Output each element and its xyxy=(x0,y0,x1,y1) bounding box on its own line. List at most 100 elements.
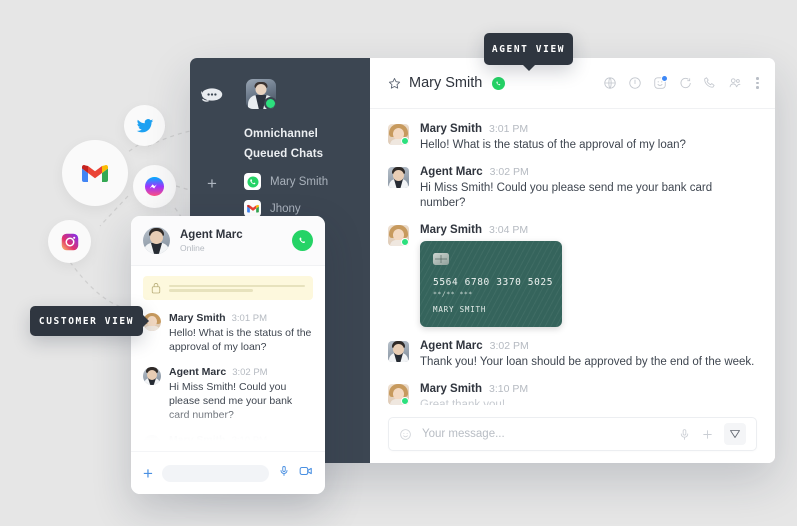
customer-window: Agent Marc Online Mary Smith 3:01 PM Hel… xyxy=(131,216,325,494)
lock-icon xyxy=(151,283,161,294)
emoji-smile-icon[interactable] xyxy=(399,428,412,441)
avatar xyxy=(388,124,409,145)
twitter-icon xyxy=(136,118,153,132)
agent-main-panel: Mary Smith Mary Smith 3:01 PM Hello! Wha… xyxy=(370,58,775,463)
message-author: Mary Smith xyxy=(169,434,226,446)
whatsapp-channel-badge xyxy=(292,230,313,251)
message-item: Mary Smith 3:04 PM 5564 6780 3370 5025 *… xyxy=(388,224,757,327)
message-text: Great thank you! xyxy=(420,399,506,405)
sidebar-top xyxy=(190,58,370,118)
customer-chat-header: Agent Marc Online xyxy=(131,216,325,266)
sidebar-item-label: Jhony xyxy=(270,202,301,215)
avatar xyxy=(143,227,170,254)
plus-icon[interactable] xyxy=(701,428,714,441)
customer-header-status: Online xyxy=(180,243,205,253)
message-text: Hi Miss Smith! Could you please send me … xyxy=(169,381,293,421)
card-chip-icon xyxy=(433,253,449,265)
sidebar-item-label: Mary Smith xyxy=(270,175,329,188)
avatar xyxy=(143,435,161,451)
message-text: Thank you! Your loan should be approved … xyxy=(420,356,755,368)
customer-composer: + xyxy=(131,451,325,494)
message-time: 3:01 PM xyxy=(489,123,529,135)
message-input-placeholder[interactable]: Your message... xyxy=(422,428,668,440)
notification-badge xyxy=(661,75,668,82)
agent-chat-header: Mary Smith xyxy=(370,58,775,109)
message-item: Mary Smith 3:10 PM xyxy=(143,434,313,451)
social-bubble-instagram[interactable] xyxy=(48,220,91,263)
star-icon[interactable] xyxy=(388,77,401,90)
agent-message-list[interactable]: Mary Smith 3:01 PM Hello! What is the st… xyxy=(370,109,775,405)
avatar xyxy=(388,341,409,362)
screenshot-stage: + Omnichannel Queued Chats Mary Smith Jh… xyxy=(0,0,797,526)
message-item: Agent Marc 3:02 PM Hi Miss Smith! Could … xyxy=(388,166,757,211)
info-circle-icon[interactable] xyxy=(628,76,642,90)
whatsapp-icon xyxy=(244,173,261,190)
message-author: Mary Smith xyxy=(420,383,482,395)
credit-card-attachment[interactable]: 5564 6780 3370 5025 **/** *** MARY SMITH xyxy=(420,241,562,327)
customer-message-list[interactable]: Mary Smith 3:01 PM Hello! What is the st… xyxy=(131,266,325,451)
camera-icon[interactable] xyxy=(299,464,313,482)
customer-message-input[interactable] xyxy=(161,464,269,482)
online-status-dot xyxy=(264,97,276,109)
message-item: Mary Smith 3:01 PM Hello! What is the st… xyxy=(143,312,313,354)
header-icon-row xyxy=(603,75,759,90)
avatar xyxy=(388,167,409,188)
rocketchat-logo-icon[interactable] xyxy=(190,87,234,102)
sidebar-section-title: Omnichannel Queued Chats xyxy=(244,128,324,160)
message-item: Mary Smith 3:01 PM Hello! What is the st… xyxy=(388,123,757,153)
avatar xyxy=(388,384,409,405)
avatar xyxy=(143,367,161,385)
messenger-icon xyxy=(145,177,164,196)
message-text: Hello! What is the status of the approva… xyxy=(420,139,686,151)
message-time: 3:01 PM xyxy=(231,313,267,324)
message-time: 3:10 PM xyxy=(489,383,529,395)
social-bubble-gmail[interactable] xyxy=(62,140,128,206)
message-text: Hi Miss Smith! Could you please send me … xyxy=(420,182,713,209)
encryption-notice xyxy=(143,276,313,300)
agent-avatar[interactable] xyxy=(246,79,276,109)
members-icon[interactable] xyxy=(728,76,742,90)
whatsapp-channel-badge xyxy=(492,76,506,90)
gmail-icon xyxy=(244,200,261,217)
message-input-wrapper[interactable]: Your message... xyxy=(388,417,757,451)
microphone-icon[interactable] xyxy=(278,464,290,482)
message-author: Mary Smith xyxy=(420,224,482,236)
emoji-smile-icon[interactable] xyxy=(653,75,668,90)
send-button[interactable] xyxy=(724,423,746,445)
message-item: Agent Marc 3:02 PM Thank you! Your loan … xyxy=(388,340,757,370)
agent-composer: Your message... xyxy=(370,405,775,463)
message-time: 3:10 PM xyxy=(231,435,267,446)
phone-icon[interactable] xyxy=(703,76,717,90)
social-bubble-messenger[interactable] xyxy=(133,165,176,208)
message-time: 3:02 PM xyxy=(232,367,268,378)
gmail-icon xyxy=(82,164,108,182)
message-author: Agent Marc xyxy=(420,340,483,352)
message-author: Agent Marc xyxy=(169,366,227,378)
encryption-notice-text xyxy=(169,284,305,292)
message-item: Agent Marc 3:02 PM Hi Miss Smith! Could … xyxy=(143,366,313,422)
create-new-button[interactable]: + xyxy=(204,175,220,192)
agent-view-label: AGENT VIEW xyxy=(484,33,573,65)
microphone-icon[interactable] xyxy=(678,428,691,441)
page-title: Mary Smith xyxy=(409,75,483,91)
card-expiry: **/** *** xyxy=(433,290,473,298)
customer-header-name: Agent Marc xyxy=(180,229,243,241)
discussion-icon[interactable] xyxy=(678,76,692,90)
instagram-icon xyxy=(61,233,78,250)
sidebar-item-mary-smith[interactable]: Mary Smith xyxy=(244,168,364,195)
message-author: Agent Marc xyxy=(420,166,483,178)
sidebar-chat-list: Mary Smith Jhony xyxy=(244,168,364,222)
kebab-menu-icon[interactable] xyxy=(756,77,759,89)
card-number: 5564 6780 3370 5025 xyxy=(433,277,554,288)
message-time: 3:04 PM xyxy=(489,224,529,236)
globe-icon[interactable] xyxy=(603,76,617,90)
message-time: 3:02 PM xyxy=(489,340,529,352)
message-text: Hello! What is the status of the approva… xyxy=(169,327,312,353)
card-holder: MARY SMITH xyxy=(433,305,487,314)
social-bubble-twitter[interactable] xyxy=(124,105,165,146)
message-item: Mary Smith 3:10 PM Great thank you! xyxy=(388,383,757,405)
plus-icon[interactable]: + xyxy=(143,465,153,482)
customer-view-label: CUSTOMER VIEW xyxy=(30,306,143,336)
message-author: Mary Smith xyxy=(169,312,226,324)
message-time: 3:02 PM xyxy=(489,166,529,178)
